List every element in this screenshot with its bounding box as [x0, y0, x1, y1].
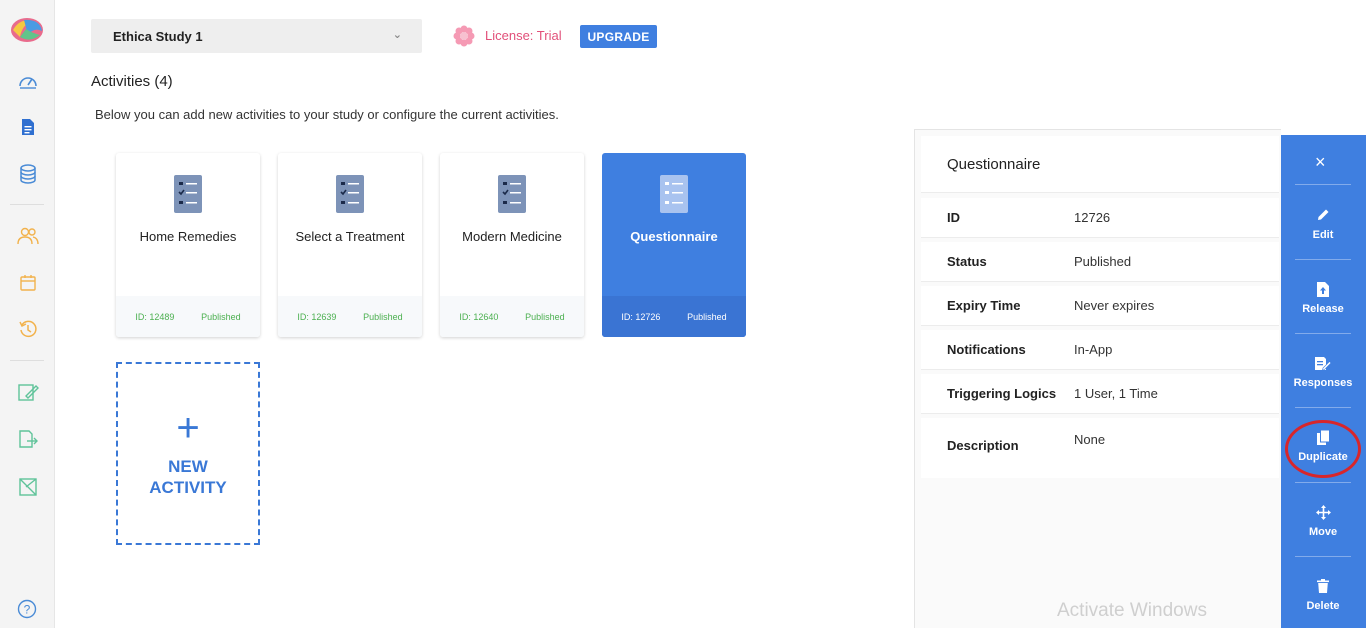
activity-card-home-remedies[interactable]: Home Remedies ID: 12489 Published [116, 153, 260, 337]
status-badge: Published [525, 311, 565, 322]
activity-card-select-a-treatment[interactable]: Select a Treatment ID: 12639 Published [278, 153, 422, 337]
plus-icon: + [176, 405, 200, 450]
action-label: Move [1308, 526, 1338, 538]
detail-key: Notifications [947, 342, 1026, 357]
page-description: Below you can add new activities to your… [95, 107, 559, 122]
export-icon[interactable] [15, 426, 41, 452]
page-title: Activities (4) [91, 73, 173, 90]
pencil-icon [1315, 207, 1331, 223]
action-divider [1295, 333, 1351, 334]
action-divider [1295, 184, 1351, 185]
activity-name: Modern Medicine [462, 229, 562, 244]
action-divider [1295, 556, 1351, 557]
detail-row-status: Status Published [921, 242, 1279, 282]
license-flower-icon [453, 25, 475, 47]
detail-value: In-App [1074, 342, 1113, 357]
action-divider [1295, 407, 1351, 408]
status-badge: Published [363, 311, 403, 322]
detail-key: Expiry Time [947, 298, 1021, 313]
license-status: License: Trial [485, 28, 562, 43]
detail-row-notifications: Notifications In-App [921, 330, 1279, 370]
activity-id: ID: 12639 [297, 311, 337, 322]
rail-divider [10, 204, 44, 205]
activity-footer: ID: 12640 Published [440, 296, 584, 337]
detail-value: 1 User, 1 Time [1074, 386, 1158, 401]
detail-key: Description [947, 438, 1019, 453]
chevron-down-icon: ⌄ [392, 29, 402, 41]
activity-card-modern-medicine[interactable]: Modern Medicine ID: 12640 Published [440, 153, 584, 337]
activities-icon[interactable] [15, 114, 41, 140]
status-badge: Published [201, 311, 241, 322]
detail-row-triggering: Triggering Logics 1 User, 1 Time [921, 374, 1279, 414]
activity-name: Select a Treatment [295, 229, 405, 244]
activity-footer: ID: 12726 Published [602, 296, 746, 337]
move-button[interactable]: Move [1295, 504, 1351, 538]
survey-edit-icon[interactable] [15, 379, 41, 405]
detail-key: Status [947, 254, 987, 269]
panel-title: Questionnaire [921, 136, 1279, 193]
action-label: Delete [1306, 600, 1340, 612]
activity-footer: ID: 12639 Published [278, 296, 422, 337]
release-button[interactable]: Release [1295, 281, 1351, 315]
close-icon[interactable]: × [1315, 153, 1326, 171]
move-icon [1315, 504, 1331, 520]
activity-id: ID: 12640 [459, 311, 499, 322]
release-icon [1315, 281, 1331, 297]
responses-button[interactable]: Responses [1293, 355, 1353, 389]
activity-card-questionnaire[interactable]: Questionnaire ID: 12726 Published [602, 153, 746, 337]
schedule-icon[interactable] [15, 270, 41, 296]
activity-name: Questionnaire [630, 229, 718, 244]
activity-id: ID: 12489 [135, 311, 175, 322]
study-select[interactable]: Ethica Study 1 ⌄ [91, 19, 422, 53]
rail-divider [10, 360, 44, 361]
detail-key: ID [947, 210, 960, 225]
new-activity-button[interactable]: + NEW ACTIVITY [116, 362, 260, 545]
history-icon[interactable] [15, 316, 41, 342]
edit-button[interactable]: Edit [1295, 207, 1351, 241]
dashboard-icon[interactable] [15, 68, 41, 94]
responses-icon [1315, 355, 1331, 371]
action-divider [1295, 259, 1351, 260]
sidebar: ? [0, 0, 55, 628]
duplicate-highlight-circle [1285, 420, 1361, 478]
detail-row-description: Description None [921, 418, 1279, 478]
activity-id: ID: 12726 [621, 311, 661, 322]
help-icon[interactable]: ? [17, 599, 37, 619]
status-badge: Published [687, 311, 727, 322]
trash-icon [1315, 578, 1331, 594]
checklist-icon [498, 175, 526, 213]
delete-button[interactable]: Delete [1295, 578, 1351, 612]
action-label: Responses [1293, 377, 1353, 389]
participants-icon[interactable] [15, 223, 41, 249]
detail-row-expiry: Expiry Time Never expires [921, 286, 1279, 326]
detail-value: 12726 [1074, 210, 1111, 225]
activity-footer: ID: 12489 Published [116, 296, 260, 337]
study-select-value: Ethica Study 1 [113, 28, 203, 44]
logo-icon[interactable] [10, 15, 45, 45]
detail-value: Published [1074, 254, 1132, 269]
detail-row-id: ID 12726 [921, 198, 1279, 238]
os-watermark: Activate Windows [1057, 600, 1207, 621]
checklist-icon [336, 175, 364, 213]
activity-name: Home Remedies [139, 229, 237, 244]
svg-text:?: ? [24, 603, 31, 617]
activity-detail-panel: Questionnaire ID 12726 Status Published … [914, 129, 1281, 628]
action-label: Release [1302, 303, 1344, 315]
detail-key: Triggering Logics [947, 386, 1057, 401]
checklist-icon [174, 175, 202, 213]
upgrade-button[interactable]: UPGRADE [580, 25, 657, 48]
checklist-icon [660, 175, 688, 213]
action-label: Edit [1312, 229, 1334, 241]
database-icon[interactable] [15, 161, 41, 187]
new-activity-label: NEW ACTIVITY [149, 456, 227, 497]
detail-value: Never expires [1074, 298, 1155, 313]
analytics-icon[interactable] [15, 474, 41, 500]
action-bar: × Edit Release Responses Duplicate Move [1281, 135, 1366, 628]
action-divider [1295, 482, 1351, 483]
detail-value: None [1074, 432, 1106, 447]
